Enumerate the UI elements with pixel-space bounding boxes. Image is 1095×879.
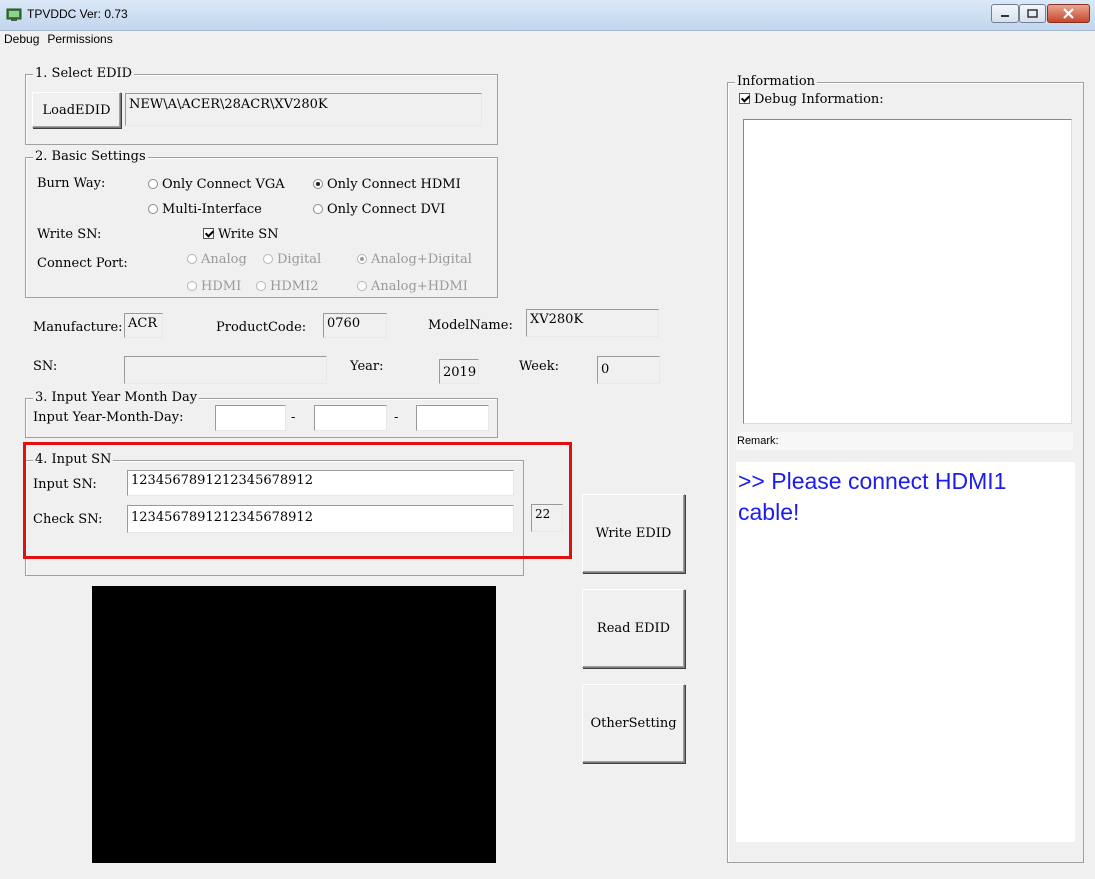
- radio-port-hdmi[interactable]: HDMI: [187, 279, 241, 294]
- write-sn-label: Write SN:: [37, 227, 102, 242]
- remark-label: Remark:: [736, 432, 1073, 450]
- radio-disabled-icon: [187, 254, 197, 264]
- radio-multi-interface[interactable]: Multi-Interface: [148, 202, 262, 217]
- input-date-label: Input Year-Month-Day:: [33, 410, 184, 425]
- write-sn-checkbox[interactable]: Write SN: [203, 227, 278, 242]
- title-bar: TPVDDC Ver: 0.73: [0, 0, 1095, 31]
- product-code-field: 0760: [323, 313, 387, 338]
- radio-disabled-icon: [256, 281, 266, 291]
- radio-disabled-icon: [263, 254, 273, 264]
- checkbox-checked-icon: [739, 93, 750, 104]
- window-title: TPVDDC Ver: 0.73: [27, 7, 128, 21]
- close-button[interactable]: [1047, 4, 1090, 23]
- radio-port-digital[interactable]: Digital: [263, 252, 321, 267]
- product-code-label: ProductCode:: [216, 320, 307, 335]
- radio-icon: [148, 179, 158, 189]
- app-icon: [6, 8, 22, 21]
- debug-info-list[interactable]: [743, 119, 1072, 424]
- month-input[interactable]: [314, 405, 387, 431]
- date-separator: -: [394, 410, 399, 425]
- select-edid-title: 1. Select EDID: [33, 66, 135, 81]
- date-separator: -: [291, 410, 296, 425]
- write-edid-button[interactable]: Write EDID: [582, 494, 685, 573]
- radio-port-hdmi2[interactable]: HDMI2: [256, 279, 318, 294]
- load-edid-button[interactable]: LoadEDID: [32, 92, 121, 128]
- radio-icon: [313, 204, 323, 214]
- radio-only-connect-dvi[interactable]: Only Connect DVI: [313, 202, 445, 217]
- week-field: 0: [597, 356, 660, 384]
- basic-settings-title: 2. Basic Settings: [33, 149, 148, 164]
- menu-debug[interactable]: Debug: [0, 31, 43, 46]
- input-date-title: 3. Input Year Month Day: [33, 390, 200, 405]
- debug-info-checkbox[interactable]: Debug Information:: [739, 92, 884, 107]
- radio-port-analog[interactable]: Analog: [187, 252, 247, 267]
- other-setting-button[interactable]: OtherSetting: [582, 684, 685, 763]
- radio-only-connect-vga[interactable]: Only Connect VGA: [148, 177, 285, 192]
- minimize-button[interactable]: [991, 4, 1019, 23]
- sn-label: SN:: [33, 359, 58, 374]
- year-label: Year:: [350, 359, 384, 374]
- edid-path-field: NEW\A\ACER\28ACR\XV280K: [125, 93, 482, 126]
- radio-disabled-icon: [357, 281, 367, 291]
- information-title: Information: [735, 74, 818, 89]
- week-label: Week:: [519, 359, 559, 374]
- year-field: 2019: [439, 359, 479, 384]
- burn-way-label: Burn Way:: [37, 176, 106, 191]
- maximize-icon: [1027, 9, 1038, 18]
- sn-field: [124, 356, 327, 384]
- maximize-button[interactable]: [1019, 4, 1046, 23]
- read-edid-button[interactable]: Read EDID: [582, 589, 685, 668]
- manufacture-field: ACR: [124, 313, 163, 338]
- radio-disabled-icon: [187, 281, 197, 291]
- day-input[interactable]: [416, 405, 489, 431]
- menu-permissions[interactable]: Permissions: [43, 31, 116, 46]
- radio-port-analog-digital[interactable]: Analog+Digital: [357, 252, 472, 267]
- checkbox-checked-icon: [203, 228, 214, 239]
- menu-bar: Debug Permissions: [0, 31, 1095, 48]
- radio-selected-icon: [313, 179, 323, 189]
- radio-only-connect-hdmi[interactable]: Only Connect HDMI: [313, 177, 461, 192]
- preview-panel: [92, 586, 496, 863]
- radio-icon: [148, 204, 158, 214]
- model-name-label: ModelName:: [428, 318, 513, 333]
- year-input[interactable]: [215, 405, 286, 431]
- radio-port-analog-hdmi[interactable]: Analog+HDMI: [357, 279, 468, 294]
- minimize-icon: [1001, 15, 1009, 17]
- manufacture-label: Manufacture:: [33, 320, 123, 335]
- status-message: >> Please connect HDMI1 cable!: [738, 468, 1007, 525]
- close-icon: [1063, 8, 1074, 19]
- connect-port-label: Connect Port:: [37, 256, 128, 271]
- highlight-annotation: [23, 442, 572, 559]
- radio-disabled-selected-icon: [357, 254, 367, 264]
- model-name-field: XV280K: [526, 309, 659, 337]
